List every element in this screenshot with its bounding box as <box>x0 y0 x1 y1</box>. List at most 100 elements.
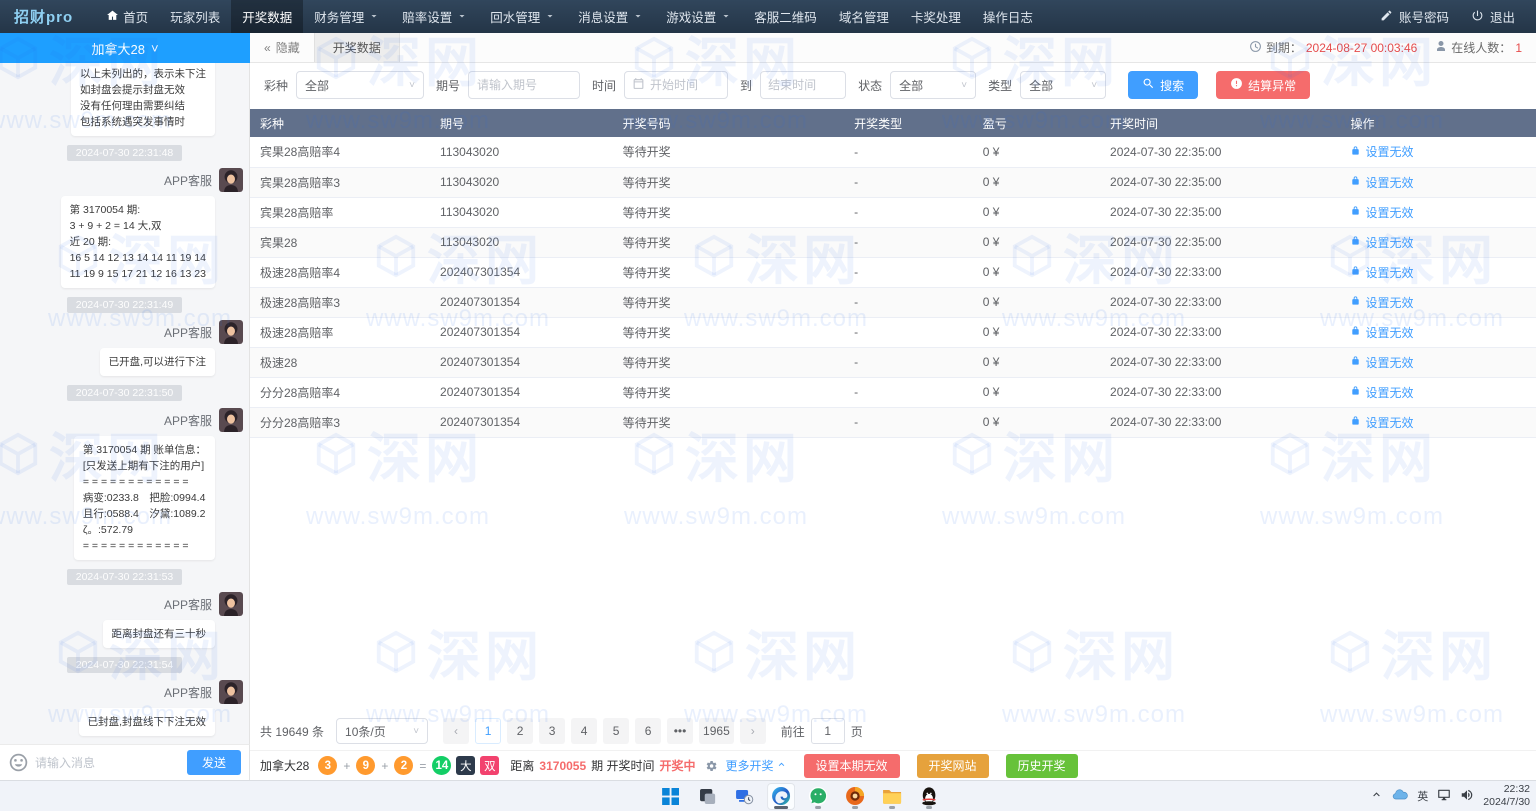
chat-sender-name: APP客服 <box>164 684 212 701</box>
chat-bubble-row: 已开盘,可以进行下注 <box>0 348 249 376</box>
set-invalid-link[interactable]: 设置无效 <box>1350 354 1413 371</box>
chat-timestamp-text: 2024-07-30 22:31:48 <box>67 145 183 161</box>
set-invalid-link[interactable]: 设置无效 <box>1350 234 1413 251</box>
table-row: 极速28高赔率202407301354等待开奖-0 ¥2024-07-30 22… <box>250 317 1536 347</box>
next-page-button[interactable]: › <box>740 718 766 744</box>
calendar-icon <box>632 77 645 93</box>
taskbar-task-view-icon[interactable] <box>693 783 721 810</box>
nav-item-首页[interactable]: 首页 <box>95 0 159 33</box>
goto-page-input[interactable] <box>811 718 845 744</box>
equals-sign: = <box>419 759 426 773</box>
chat-sender-name: APP客服 <box>164 172 212 189</box>
search-button[interactable]: 搜索 <box>1128 71 1198 99</box>
chat-timestamp-text: 2024-07-30 22:31:53 <box>67 569 183 585</box>
set-current-invalid-button[interactable]: 设置本期无效 <box>804 754 900 778</box>
nav-item-回水管理[interactable]: 回水管理 <box>479 0 567 33</box>
tray-volume-icon[interactable] <box>1460 788 1474 805</box>
table-cell: - <box>844 317 973 347</box>
nav-item-赔率设置[interactable]: 赔率设置 <box>391 0 479 33</box>
set-invalid-link[interactable]: 设置无效 <box>1350 143 1413 160</box>
page-button-5[interactable]: 5 <box>603 718 629 744</box>
nav-item-财务管理[interactable]: 财务管理 <box>303 0 391 33</box>
page-button-1[interactable]: 1 <box>475 718 501 744</box>
taskbar-file-explorer-icon[interactable] <box>878 783 906 810</box>
history-draws-button[interactable]: 历史开奖 <box>1006 754 1078 778</box>
set-invalid-link[interactable]: 设置无效 <box>1350 264 1413 281</box>
nav-logout-button[interactable]: 退出 <box>1460 7 1526 26</box>
issue-input[interactable] <box>468 71 580 99</box>
table-cell: - <box>844 287 973 317</box>
set-invalid-link[interactable]: 设置无效 <box>1350 204 1413 221</box>
chat-timestamp: 2024-07-30 22:31:48 <box>0 145 249 159</box>
table-row: 宾果28高赔率3113043020等待开奖-0 ¥2024-07-30 22:3… <box>250 167 1536 197</box>
ime-language-indicator[interactable]: 英 <box>1417 788 1428 804</box>
taskbar-start-icon[interactable] <box>656 783 684 810</box>
chat-sender-row: APP客服 <box>0 168 249 192</box>
tray-network-icon[interactable] <box>1437 788 1451 805</box>
table-cell: - <box>844 197 973 227</box>
sidebar-lottery-selector[interactable]: 加拿大28 ˅ <box>0 33 250 63</box>
nav-item-客服二维码[interactable]: 客服二维码 <box>743 0 828 33</box>
lottery-select[interactable]: 全部 ˅ <box>296 71 424 99</box>
page-button-4[interactable]: 4 <box>571 718 597 744</box>
nav-item-开奖数据[interactable]: 开奖数据 <box>231 0 303 33</box>
draw-website-button[interactable]: 开奖网站 <box>917 754 989 778</box>
type-select[interactable]: 全部 ˅ <box>1020 71 1106 99</box>
set-invalid-link[interactable]: 设置无效 <box>1350 324 1413 341</box>
table-cell: 2024-07-30 22:33:00 <box>1100 287 1340 317</box>
taskbar-edge-icon[interactable] <box>767 783 795 810</box>
prev-page-button[interactable]: ‹ <box>443 718 469 744</box>
page-button-1965[interactable]: 1965 <box>699 718 734 744</box>
set-invalid-link[interactable]: 设置无效 <box>1350 384 1413 401</box>
draw-status-bar: 加拿大283+9+2=14大双距离3170055期 开奖时间开奖中更多开奖设置本… <box>250 750 1536 780</box>
end-time-input[interactable] <box>768 78 838 92</box>
status-select[interactable]: 全部 ˅ <box>890 71 976 99</box>
start-time-input[interactable] <box>650 78 720 92</box>
nav-item-玩家列表[interactable]: 玩家列表 <box>159 0 231 33</box>
taskbar-browser-icon[interactable] <box>841 783 869 810</box>
nav-item-游戏设置[interactable]: 游戏设置 <box>655 0 743 33</box>
set-invalid-link[interactable]: 设置无效 <box>1350 414 1413 431</box>
table-cell: 等待开奖 <box>613 197 844 227</box>
pagination-goto: 前往页 <box>781 718 863 744</box>
nav-item-卡奖处理[interactable]: 卡奖处理 <box>900 0 972 33</box>
taskbar-wechat-icon[interactable] <box>804 783 832 810</box>
table-cell: 宾果28高赔率 <box>250 197 430 227</box>
send-button[interactable]: 发送 <box>187 750 241 775</box>
chat-panel: 已封盘,封盘线下下注无效2024-07-30 22:31:48有新客服消息GOA… <box>0 63 250 744</box>
chat-sender-name: APP客服 <box>164 596 212 613</box>
chat-bubble-row: 距离封盘还有三十秒 <box>0 620 249 648</box>
tab-lottery-data[interactable]: 开奖数据 <box>314 33 400 62</box>
set-invalid-label: 设置无效 <box>1365 264 1413 281</box>
page-size-select[interactable]: 10条/页˅ <box>336 718 428 744</box>
goto-page-suffix: 页 <box>851 723 863 740</box>
nav-item-label: 消息设置 <box>578 7 628 26</box>
tray-chevron-up-icon[interactable] <box>1370 788 1383 804</box>
chat-bubble-row: 已封盘,封盘线下下注无效 <box>0 708 249 736</box>
start-time-picker[interactable] <box>624 71 728 99</box>
settle-error-button[interactable]: 结算异常 <box>1216 71 1310 99</box>
chevron-down-icon: ˅ <box>413 726 419 737</box>
nav-item-消息设置[interactable]: 消息设置 <box>567 0 655 33</box>
emoji-icon[interactable] <box>8 752 29 773</box>
end-time-picker[interactable] <box>760 71 846 99</box>
nav-item-域名管理[interactable]: 域名管理 <box>828 0 900 33</box>
tray-weather-cloud-icon[interactable] <box>1392 787 1408 806</box>
more-draws-link[interactable]: 更多开奖 <box>726 757 787 774</box>
collapse-button[interactable]: « 隐藏 <box>250 33 314 62</box>
tray-clock[interactable]: 22:322024/7/30 <box>1483 783 1530 809</box>
taskbar-remote-app-icon[interactable] <box>730 783 758 810</box>
taskbar-qq-icon[interactable] <box>915 783 943 810</box>
set-invalid-label: 设置无效 <box>1365 324 1413 341</box>
nav-item-操作日志[interactable]: 操作日志 <box>972 0 1044 33</box>
table-cell: 2024-07-30 22:33:00 <box>1100 347 1340 377</box>
set-invalid-link[interactable]: 设置无效 <box>1350 294 1413 311</box>
page-button-6[interactable]: 6 <box>635 718 661 744</box>
page-button-3[interactable]: 3 <box>539 718 565 744</box>
nav-account-password-button[interactable]: 账号密码 <box>1369 7 1460 26</box>
windows-taskbar: 英 22:322024/7/30 <box>0 780 1536 811</box>
page-button-2[interactable]: 2 <box>507 718 533 744</box>
set-invalid-link[interactable]: 设置无效 <box>1350 174 1413 191</box>
gear-icon[interactable] <box>704 759 718 773</box>
chat-message-input[interactable] <box>35 756 181 770</box>
